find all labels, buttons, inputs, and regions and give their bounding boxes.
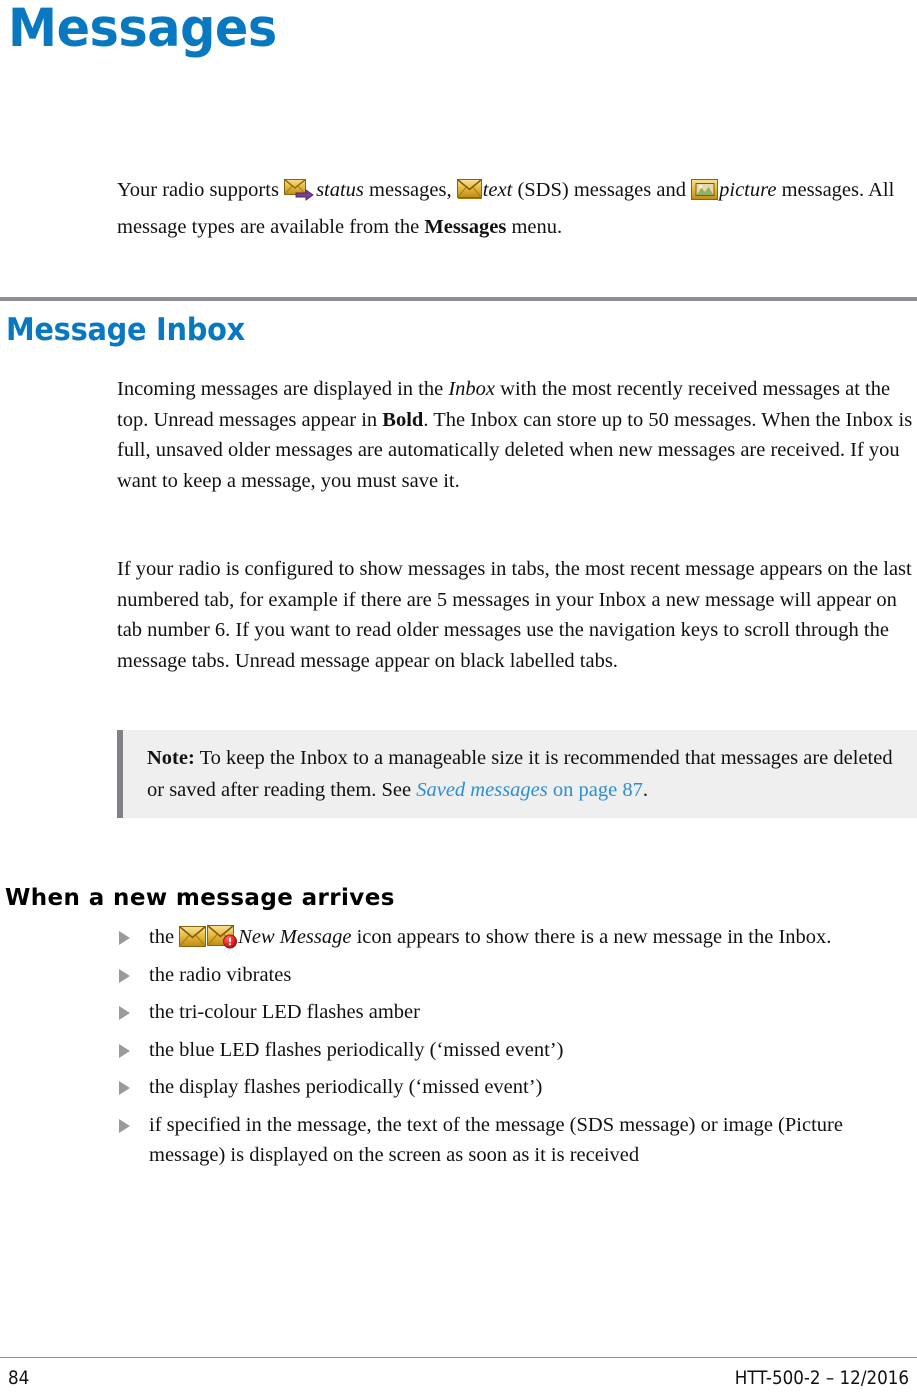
triangle-bullet-icon [119,1006,130,1020]
triangle-bullet-icon [119,1043,130,1058]
document-page: Messages Your radio supports status mess… [0,0,917,1397]
bullet-icon-label: New Message [238,926,352,948]
text-message-envelope-icon [456,179,483,200]
triangle-bullet-icon [119,968,130,983]
footer-divider-rule [0,1357,917,1358]
list-item: the New Message icon appears to show the… [117,922,917,953]
cross-reference-link-title[interactable]: Saved messages [416,779,548,801]
bullet-lead-text: the [149,926,180,948]
intro-picture-word: picture [719,179,777,201]
footer-page-number: 84 [8,1367,30,1389]
intro-text-2: messages, [363,179,457,201]
incoming-bold-label: Bold [382,408,424,431]
list-item: the display flashes periodically (‘misse… [117,1072,917,1103]
intro-status-word: status [316,179,364,201]
subsection-heading-new-message-arrives: When a new message arrives [5,885,395,911]
incoming-italic-inbox: Inbox [448,378,496,400]
page-title: Messages [8,0,277,59]
status-message-envelope-arrow-icon [284,179,316,201]
paragraph-incoming-messages: Incoming messages are displayed in the I… [117,374,917,496]
note-tail: . [642,778,648,801]
list-item: the tri-colour LED flashes amber [117,997,917,1028]
intro-text-5: menu. [506,216,563,238]
list-item: the blue LED flashes periodically (‘miss… [117,1035,917,1066]
new-message-envelope-alert-icon [207,925,238,949]
cross-reference-link-page[interactable]: on page 87 [548,779,643,801]
triangle-bullet-icon [119,931,130,945]
picture-message-envelope-icon [691,179,719,201]
incoming-text-1: Incoming messages are displayed in the [117,378,449,400]
list-item: the radio vibrates [117,960,917,991]
intro-menu-name: Messages [424,216,507,238]
new-message-envelope-icon [179,926,207,948]
triangle-bullet-icon [119,1118,130,1133]
intro-text-word: text [482,179,513,201]
note-text: Note: To keep the Inbox to a manageable … [147,743,901,806]
bullet-text: the blue LED flashes periodically (‘miss… [149,1038,564,1061]
new-message-indicators-list: the New Message icon appears to show the… [117,922,917,1178]
section-divider-rule [0,297,917,301]
triangle-bullet-icon [119,1081,130,1095]
footer-document-id: HTT-500-2 – 12/2016 [734,1367,909,1389]
paragraph-message-tabs: If your radio is configured to show mess… [117,558,912,672]
bullet-text: if specified in the message, the text of… [149,1113,843,1167]
bullet-text: the display flashes periodically (‘misse… [149,1076,543,1098]
note-callout: Note: To keep the Inbox to a manageable … [117,730,917,818]
list-item: if specified in the message, the text of… [117,1110,917,1171]
section-heading-message-inbox: Message Inbox [6,312,245,348]
bullet-text: the radio vibrates [149,963,292,986]
bullet-rest-text: icon appears to show there is a new mess… [351,926,832,948]
note-label: Note: [147,747,195,769]
intro-paragraph: Your radio supports status messages, tex… [117,172,917,246]
bullet-text: the tri-colour LED flashes amber [149,1001,420,1023]
intro-text-1: Your radio supports [117,179,285,201]
intro-text-3: (SDS) messages and [512,179,692,201]
